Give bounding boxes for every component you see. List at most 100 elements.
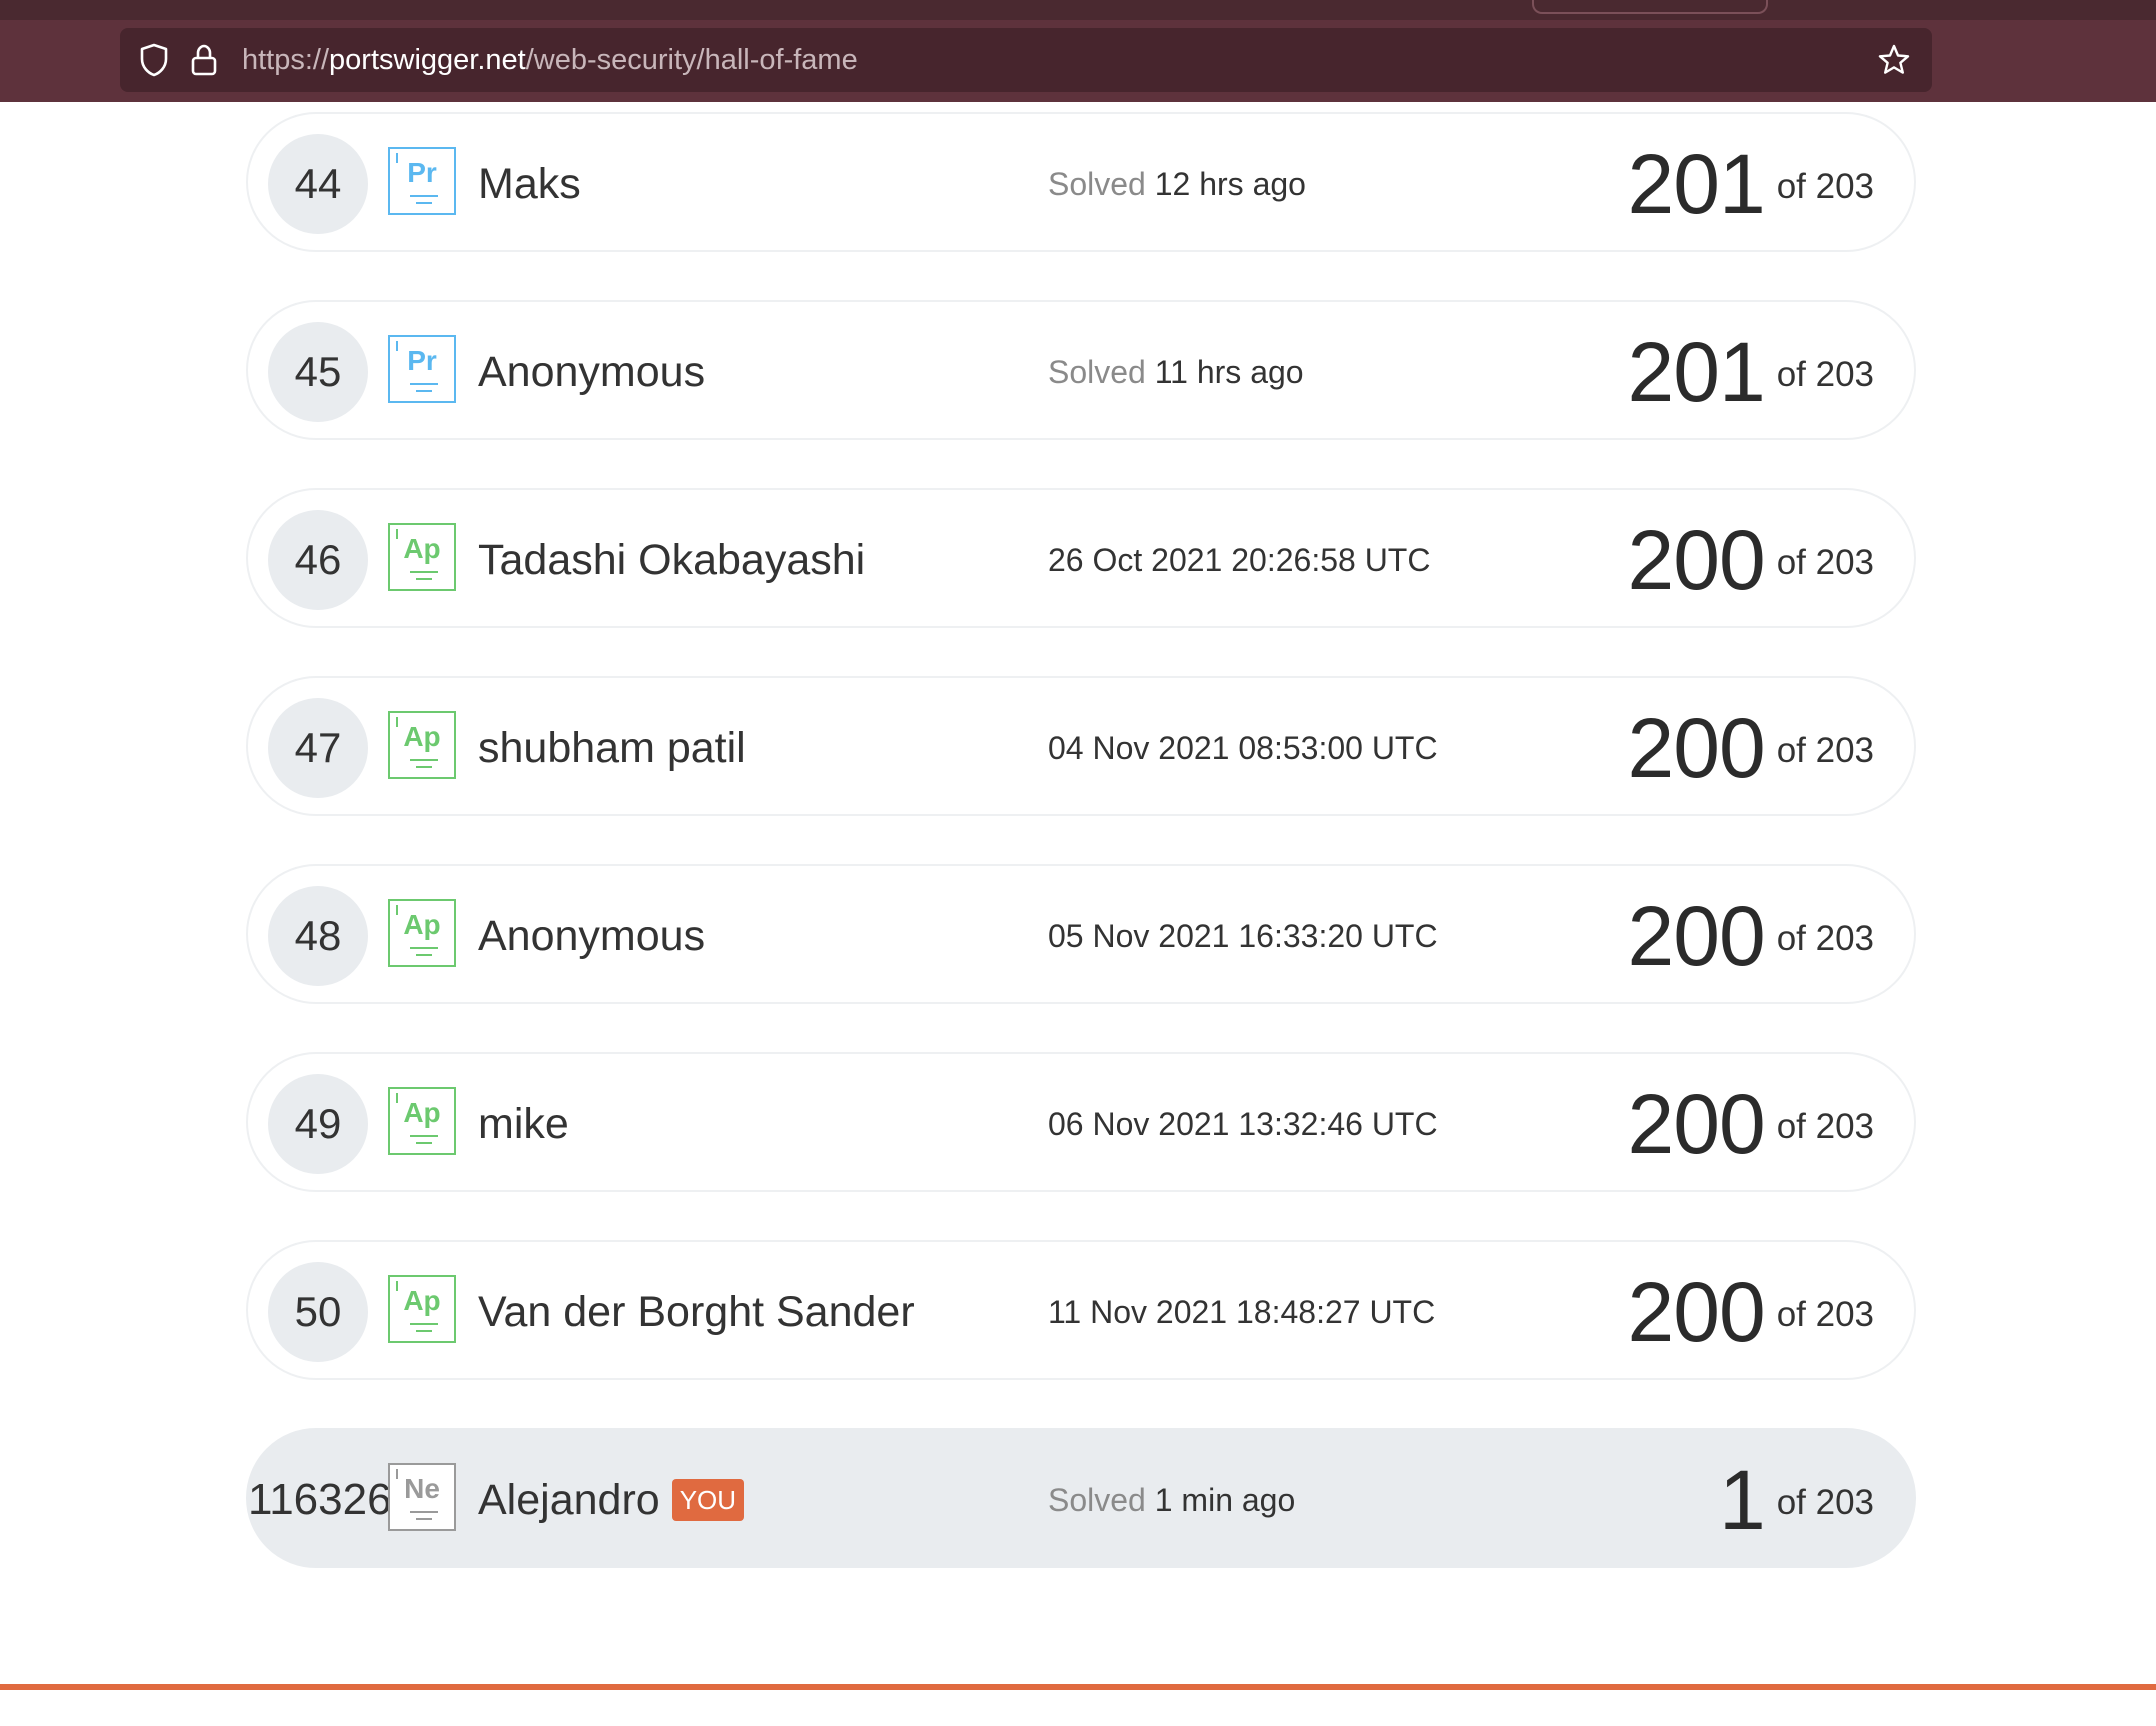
leaderboard-row: 46 Ap Tadashi Okabayashi 26 Oct 2021 20:26:… <box>246 488 1916 628</box>
total-count: of 203 <box>1776 919 1874 958</box>
total-count: of 203 <box>1776 543 1874 582</box>
badge-line <box>416 954 432 956</box>
badge-symbol: Pr <box>407 157 437 188</box>
total-count: of 203 <box>1776 1107 1874 1146</box>
solved-time: 05 Nov 2021 16:33:20 UTC <box>1048 866 1438 1006</box>
rank-number: 46 <box>268 510 368 610</box>
url-scheme: https:// <box>242 43 330 76</box>
user-name-text: shubham patil <box>478 724 746 772</box>
solved-time: 26 Oct 2021 20:26:58 UTC <box>1048 490 1430 630</box>
level-badge-icon: Ap <box>388 1087 456 1155</box>
solved-time: 11 Nov 2021 18:48:27 UTC <box>1048 1242 1435 1382</box>
solved-prefix: Solved <box>1048 1482 1146 1518</box>
user-name: mike <box>478 1054 569 1194</box>
solved-count: 200 <box>1627 700 1766 795</box>
level-badge-icon: Ne <box>388 1463 456 1531</box>
url-path: /web-security/hall-of-fame <box>525 43 858 76</box>
solved-value: 06 Nov 2021 13:32:46 UTC <box>1048 1106 1438 1142</box>
rank-number: 44 <box>268 134 368 234</box>
badge-line <box>416 1518 432 1520</box>
user-name: Maks <box>478 114 581 254</box>
rank-number: 47 <box>268 698 368 798</box>
badge-symbol: Ap <box>403 1285 441 1316</box>
solved-value: 26 Oct 2021 20:26:58 UTC <box>1048 542 1431 578</box>
leaderboard-row: 49 Ap mike 06 Nov 2021 13:32:46 UTC 200 of 20… <box>246 1052 1916 1192</box>
total-count: of 203 <box>1776 355 1874 394</box>
score: 200 of 203 <box>1628 490 1874 630</box>
footer-accent-line <box>0 1684 2156 1690</box>
level-badge-icon: Ap <box>388 1275 456 1343</box>
badge-line <box>416 1142 432 1144</box>
solved-value: 1 min ago <box>1154 1482 1296 1518</box>
total-count: of 203 <box>1776 1295 1874 1334</box>
solved-value: 04 Nov 2021 08:53:00 UTC <box>1048 730 1438 766</box>
user-name: Anonymous <box>478 866 705 1006</box>
total-count: of 203 <box>1776 167 1874 206</box>
badge-line <box>410 571 438 573</box>
solved-count: 201 <box>1627 324 1766 419</box>
badge-line <box>410 195 438 197</box>
score: 200 of 203 <box>1628 1054 1874 1194</box>
leaderboard-row: 48 Ap Anonymous 05 Nov 2021 16:33:20 UTC 200… <box>246 864 1916 1004</box>
tab-strip <box>0 0 2156 20</box>
solved-count: 200 <box>1627 1264 1766 1359</box>
solved-prefix: Solved <box>1048 166 1146 202</box>
solved-value: 11 Nov 2021 18:48:27 UTC <box>1048 1294 1436 1330</box>
shield-icon[interactable] <box>134 40 174 80</box>
leaderboard-row: 50 Ap Van der Borght Sander 11 Nov 2021 18:… <box>246 1240 1916 1380</box>
solved-value: 11 hrs ago <box>1154 354 1304 390</box>
solved-prefix: Solved <box>1048 354 1146 390</box>
solved-count: 1 <box>1718 1452 1766 1547</box>
solved-count: 201 <box>1627 136 1766 231</box>
lock-icon[interactable] <box>184 40 224 80</box>
solved-time: Solved 12 hrs ago <box>1048 114 1306 254</box>
solved-count: 200 <box>1627 888 1766 983</box>
level-badge-icon: Pr <box>388 147 456 215</box>
user-name-text: Anonymous <box>478 348 706 396</box>
badge-line <box>416 1330 432 1332</box>
user-name: Tadashi Okabayashi <box>478 490 865 630</box>
badge-line <box>416 766 432 768</box>
solved-time: Solved 11 hrs ago <box>1048 302 1304 442</box>
url-text[interactable]: https://portswigger.net/web-security/hal… <box>242 44 858 77</box>
level-badge-icon: Ap <box>388 523 456 591</box>
badge-line <box>410 1135 438 1137</box>
total-count: of 203 <box>1776 1483 1874 1522</box>
browser-tab[interactable] <box>1532 0 1768 14</box>
solved-count: 200 <box>1627 1076 1766 1171</box>
rank-number: 45 <box>268 322 368 422</box>
badge-line <box>410 759 438 761</box>
badge-line <box>416 390 432 392</box>
badge-symbol: Pr <box>407 345 437 376</box>
rank-number: 50 <box>268 1262 368 1362</box>
solved-value: 12 hrs ago <box>1154 166 1306 202</box>
rank-number: 48 <box>268 886 368 986</box>
score: 201 of 203 <box>1628 114 1874 254</box>
user-name-text: Tadashi Okabayashi <box>478 536 866 584</box>
current-user-row: 116326 Ne Alejandro YOU Solved 1 min ago 1 of … <box>246 1428 1916 1568</box>
address-bar[interactable]: https://portswigger.net/web-security/hal… <box>120 28 1932 92</box>
user-name-text: Anonymous <box>478 912 706 960</box>
user-name-text: Van der Borght Sander <box>478 1288 915 1336</box>
bookmark-star-icon[interactable] <box>1874 40 1914 80</box>
user-name: Alejandro YOU <box>478 1430 745 1570</box>
badge-symbol: Ne <box>404 1473 440 1504</box>
user-name-text: Maks <box>478 160 581 208</box>
user-name-text: Alejandro <box>478 1476 660 1524</box>
score: 1 of 203 <box>1719 1430 1874 1570</box>
rank-number: 116326 <box>248 1475 392 1524</box>
you-badge: YOU <box>671 1479 745 1521</box>
leaderboard-row: 44 Pr Maks Solved 12 hrs ago 201 of 203 <box>246 112 1916 252</box>
solved-value: 05 Nov 2021 16:33:20 UTC <box>1048 918 1438 954</box>
user-name-text: mike <box>478 1100 569 1148</box>
score: 200 of 203 <box>1628 1242 1874 1382</box>
score: 200 of 203 <box>1628 866 1874 1006</box>
badge-symbol: Ap <box>403 909 441 940</box>
level-badge-icon: Ap <box>388 711 456 779</box>
user-name: Van der Borght Sander <box>478 1242 915 1382</box>
badge-symbol: Ap <box>403 721 441 752</box>
level-badge-icon: Pr <box>388 335 456 403</box>
badge-symbol: Ap <box>403 533 441 564</box>
user-name: shubham patil <box>478 678 746 818</box>
solved-time: Solved 1 min ago <box>1048 1430 1295 1570</box>
